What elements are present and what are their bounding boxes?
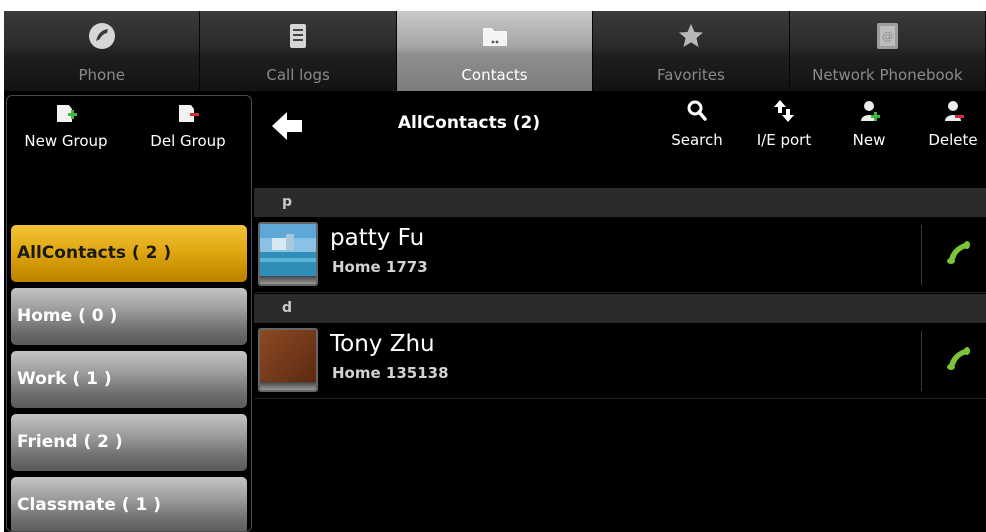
list-title: AllContacts (2) [397, 113, 541, 133]
new-contact-label: New [852, 131, 886, 149]
del-group-button[interactable]: Del Group [133, 102, 243, 158]
avatar-photo [260, 224, 316, 276]
tab-phone[interactable]: Phone [4, 11, 201, 91]
tab-favorites[interactable]: Favorites [593, 11, 790, 91]
tab-label: Phone [78, 66, 125, 84]
group-panel: New Group Del Group AllContacts ( 2 ) Ho… [6, 95, 252, 532]
tab-contacts[interactable]: Contacts [396, 11, 594, 91]
del-group-label: Del Group [150, 132, 226, 150]
group-friend[interactable]: Friend ( 2 ) [11, 414, 247, 471]
svg-text:@: @ [882, 30, 893, 43]
star-icon [678, 24, 703, 47]
search-label: Search [671, 131, 723, 149]
new-contact-button[interactable]: New [840, 97, 898, 153]
group-all-contacts[interactable]: AllContacts ( 2 ) [11, 225, 247, 282]
new-group-label: New Group [24, 132, 108, 150]
new-group-button[interactable]: New Group [11, 102, 121, 158]
phone-app-screen: Phone Call logs Contacts Favorites @ Net… [4, 11, 986, 532]
import-export-label: I/E port [756, 131, 812, 149]
contact-phone: Home 1773 [332, 258, 428, 276]
import-export-button[interactable]: I/E port [744, 97, 824, 153]
search-button[interactable]: Search [664, 97, 730, 153]
avatar [258, 328, 318, 392]
call-log-icon [290, 24, 307, 48]
tab-bar: Phone Call logs Contacts Favorites @ Net… [4, 11, 986, 91]
tab-call-logs[interactable]: Call logs [200, 11, 397, 91]
contact-row[interactable]: Tony Zhu Home 135138 [254, 323, 986, 399]
back-arrow-icon[interactable] [270, 109, 304, 143]
tab-label: Contacts [461, 66, 528, 84]
delete-contact-icon [945, 101, 964, 121]
contact-name: patty Fu [330, 225, 425, 251]
group-home[interactable]: Home ( 0 ) [11, 288, 247, 345]
tab-network-phonebook[interactable]: @ Network Phonebook [789, 11, 986, 91]
row-divider [921, 331, 922, 391]
row-divider [921, 225, 922, 285]
call-icon[interactable] [942, 237, 974, 269]
group-work[interactable]: Work ( 1 ) [11, 351, 247, 408]
tab-label: Call logs [266, 66, 330, 84]
new-group-icon [57, 105, 77, 122]
new-contact-icon [861, 101, 880, 121]
phone-icon [88, 23, 115, 49]
avatar [258, 222, 318, 286]
group-classmate[interactable]: Classmate ( 1 ) [11, 477, 247, 531]
section-header: d [254, 294, 986, 323]
tab-label: Favorites [657, 66, 725, 84]
contacts-toolbar: AllContacts (2) Search I/E port New Dele… [254, 91, 986, 159]
call-icon[interactable] [942, 343, 974, 375]
section-header: p [254, 188, 986, 217]
delete-group-icon [179, 105, 199, 122]
tab-label: Network Phonebook [812, 66, 963, 84]
delete-contact-button[interactable]: Delete [920, 97, 986, 153]
contacts-folder-icon [482, 28, 507, 46]
import-export-icon [774, 100, 794, 122]
network-phonebook-icon: @ [877, 23, 899, 49]
delete-contact-label: Delete [928, 131, 978, 149]
contact-row[interactable]: patty Fu Home 1773 [254, 217, 986, 293]
contact-name: Tony Zhu [330, 331, 435, 357]
contact-phone: Home 135138 [332, 364, 449, 382]
avatar-photo [260, 330, 316, 390]
search-icon [687, 100, 707, 121]
